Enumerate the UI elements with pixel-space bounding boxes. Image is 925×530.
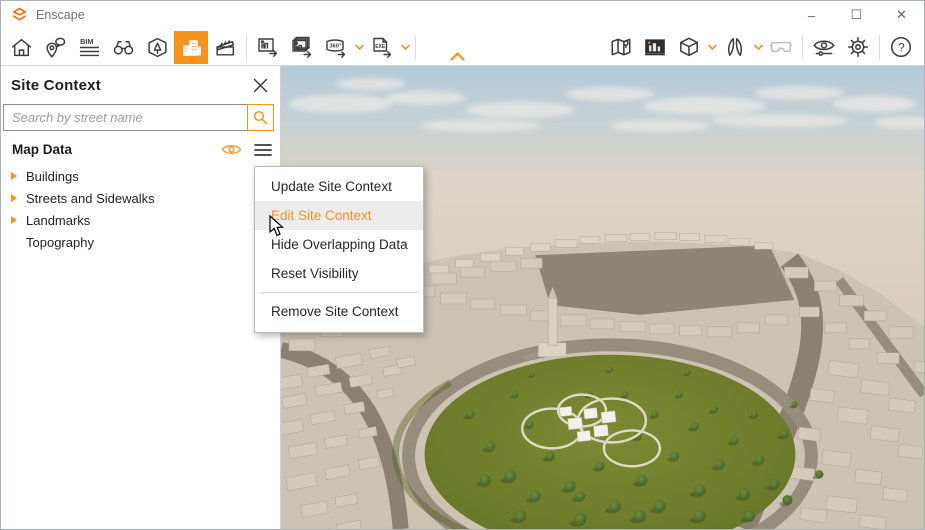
toolbar-separator [415, 35, 416, 60]
panorama-360-dropdown[interactable] [353, 31, 365, 64]
site-context-menu: Update Site Context Edit Site Context Hi… [254, 166, 424, 333]
toolbar-separator [802, 35, 803, 60]
panorama-360-icon: 360° [324, 35, 348, 59]
menu-item-update-site-context[interactable]: Update Site Context [255, 172, 423, 201]
batch-rendering-button[interactable] [285, 31, 319, 64]
fly-mode-button[interactable] [718, 31, 752, 64]
expand-arrow-icon[interactable] [11, 194, 26, 202]
app-title: Enscape [36, 8, 85, 22]
wings-icon [723, 35, 747, 59]
site-context-panel: Site Context Map Data [1, 66, 281, 529]
chevron-down-icon [355, 44, 364, 51]
panel-title: Site Context [11, 77, 101, 94]
site-context-icon [180, 36, 203, 59]
menu-separator [260, 292, 418, 293]
general-settings-button[interactable] [841, 31, 875, 64]
visibility-eye-icon[interactable] [221, 142, 242, 157]
virtual-reality-button[interactable] [764, 31, 798, 64]
tree-item-streets-and-sidewalks[interactable]: Streets and Sidewalks [1, 187, 280, 209]
expand-arrow-icon[interactable] [11, 172, 26, 180]
bim-information-icon: BIM [78, 36, 101, 59]
vr-headset-icon [769, 35, 793, 59]
tree-item-buildings[interactable]: Buildings [1, 165, 280, 187]
map-overlay-icon [609, 35, 633, 59]
menu-item-reset-visibility[interactable]: Reset Visibility [255, 259, 423, 288]
map-data-tree: Buildings Streets and Sidewalks Landmark… [1, 163, 280, 253]
find-elements-button[interactable] [106, 31, 140, 64]
search-button[interactable] [247, 104, 274, 131]
orthographic-view-button[interactable] [672, 31, 706, 64]
svg-text:BIM: BIM [80, 36, 93, 45]
orthographic-cube-icon [677, 35, 701, 59]
collapse-toolbar-button[interactable] [446, 31, 468, 64]
home-icon [10, 36, 33, 59]
standalone-exe-icon: EXE [370, 35, 394, 59]
close-button[interactable]: ✕ [879, 1, 924, 29]
panorama-360-button[interactable]: 360° [319, 31, 353, 64]
site-context-window-icon [643, 35, 667, 59]
export-screenshot-button[interactable] [251, 31, 285, 64]
help-button[interactable]: ? [884, 31, 918, 64]
chevron-up-icon [450, 52, 465, 61]
video-editor-icon [214, 36, 237, 59]
geolocation-icon [44, 36, 67, 59]
maximize-button[interactable]: ☐ [834, 1, 879, 29]
panel-close-button[interactable] [250, 75, 270, 95]
toolbar: BIM [1, 29, 924, 66]
chevron-down-icon [708, 44, 717, 51]
tree-item-topography[interactable]: Topography [1, 231, 280, 253]
view-management-icon [146, 36, 169, 59]
map-data-menu-icon[interactable] [254, 143, 272, 157]
svg-text:360°: 360° [330, 44, 342, 50]
chevron-down-icon [754, 44, 763, 51]
map-data-title: Map Data [12, 142, 72, 157]
orthographic-view-dropdown[interactable] [706, 31, 718, 64]
close-icon [253, 78, 268, 93]
geolocation-button[interactable] [38, 31, 72, 64]
titlebar: Enscape – ☐ ✕ [1, 1, 924, 29]
menu-item-hide-overlapping-data[interactable]: Hide Overlapping Data [255, 230, 423, 259]
video-editor-button[interactable] [208, 31, 242, 64]
toolbar-separator [879, 35, 880, 60]
batch-rendering-icon [290, 35, 314, 59]
search-input[interactable] [3, 104, 248, 131]
menu-item-edit-site-context[interactable]: Edit Site Context [255, 201, 423, 230]
export-screenshot-icon [256, 35, 280, 59]
bim-information-button[interactable]: BIM [72, 31, 106, 64]
fly-mode-dropdown[interactable] [752, 31, 764, 64]
enscape-logo-icon [11, 7, 28, 24]
tree-item-landmarks[interactable]: Landmarks [1, 209, 280, 231]
map-overlay-button[interactable] [604, 31, 638, 64]
site-context-window-button[interactable] [638, 31, 672, 64]
tree-item-label: Buildings [26, 169, 79, 184]
chevron-down-icon [401, 44, 410, 51]
search-icon [253, 110, 268, 125]
help-icon: ? [889, 35, 913, 59]
gear-icon [846, 35, 870, 59]
binoculars-icon [112, 36, 135, 59]
visual-settings-eye-icon [812, 35, 836, 59]
tree-item-label: Streets and Sidewalks [26, 191, 155, 206]
svg-text:?: ? [898, 40, 905, 54]
enscape-window: Enscape – ☐ ✕ BIM [0, 0, 925, 530]
visual-settings-button[interactable] [807, 31, 841, 64]
site-context-button[interactable] [174, 31, 208, 64]
expand-arrow-icon[interactable] [11, 216, 26, 224]
menu-item-remove-site-context[interactable]: Remove Site Context [255, 297, 423, 326]
tree-item-label: Topography [26, 235, 94, 250]
toolbar-separator [246, 35, 247, 60]
tree-item-label: Landmarks [26, 213, 90, 228]
standalone-exe-button[interactable]: EXE [365, 31, 399, 64]
standalone-exe-dropdown[interactable] [399, 31, 411, 64]
home-button[interactable] [4, 31, 38, 64]
view-management-button[interactable] [140, 31, 174, 64]
svg-text:EXE: EXE [375, 44, 386, 50]
minimize-button[interactable]: – [789, 1, 834, 29]
